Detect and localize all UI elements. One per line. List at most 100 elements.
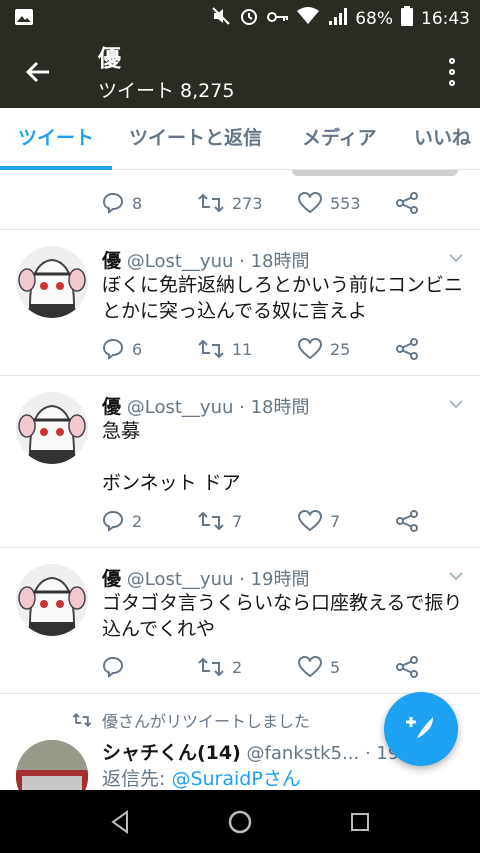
handle[interactable]: @fankstk5... bbox=[247, 743, 360, 764]
battery-icon bbox=[401, 6, 413, 31]
back-button[interactable] bbox=[18, 52, 58, 92]
reply-button[interactable]: 8 bbox=[102, 188, 142, 218]
handle[interactable]: @Lost__yuu bbox=[127, 397, 234, 418]
like-count: 25 bbox=[330, 339, 351, 359]
retweet-context-text: 優さんがリツイートしました bbox=[102, 712, 311, 731]
profile-name: 優 bbox=[98, 46, 121, 72]
reply-icon bbox=[102, 338, 124, 360]
tab-media[interactable]: メディア bbox=[302, 108, 377, 169]
tweet-header: 優 @Lost__yuu · 19時間 bbox=[102, 564, 309, 591]
display-name[interactable]: 優 bbox=[102, 250, 121, 272]
retweet-icon bbox=[198, 193, 224, 213]
arrow-left-icon bbox=[25, 61, 49, 83]
like-count: 5 bbox=[330, 657, 341, 677]
chevron-down-icon[interactable] bbox=[448, 568, 464, 584]
heart-icon bbox=[298, 510, 322, 532]
retweet-icon bbox=[198, 657, 224, 677]
more-vertical-icon-dot bbox=[449, 80, 455, 86]
embedded-media-fragment bbox=[292, 170, 458, 176]
tweet-actions: 2 5 bbox=[102, 652, 432, 682]
mute-vibrate-icon bbox=[211, 6, 231, 31]
handle[interactable]: @Lost__yuu bbox=[127, 251, 234, 272]
tweet-card[interactable]: 優 @Lost__yuu · 18時間 ぼくに免許返納しろとかいう前にコンビニと… bbox=[0, 230, 480, 376]
tweet-header: シャチくん(14) @fankstk5... · 19 bbox=[102, 738, 399, 765]
tweet-text: 急募 ボンネット ドア bbox=[102, 420, 241, 494]
nav-recents-icon bbox=[351, 813, 369, 831]
more-vertical-icon-dot bbox=[449, 69, 455, 75]
reply-button[interactable] bbox=[102, 652, 132, 682]
avatar[interactable] bbox=[16, 740, 88, 790]
tab-tweets[interactable]: ツイート bbox=[18, 108, 94, 169]
like-button[interactable]: 553 bbox=[298, 188, 361, 218]
compose-tweet-icon bbox=[406, 717, 433, 743]
gallery-notification-icon bbox=[14, 8, 34, 30]
timestamp: · 18時間 bbox=[239, 251, 310, 272]
compose-tweet-button[interactable] bbox=[384, 692, 458, 766]
tweet-actions: 8 273 553 bbox=[102, 188, 432, 218]
share-button[interactable] bbox=[396, 506, 418, 536]
like-button[interactable]: 7 bbox=[298, 506, 340, 536]
retweet-button[interactable]: 11 bbox=[198, 334, 252, 364]
retweet-count: 7 bbox=[232, 511, 243, 531]
retweet-context: 優さんがリツイートしました bbox=[72, 708, 310, 732]
reply-icon bbox=[102, 656, 124, 678]
reply-count: 8 bbox=[132, 193, 143, 213]
system-nav-bar bbox=[0, 790, 480, 853]
profile-tabs: ツイート ツイートと返信 メディア いいね bbox=[0, 108, 480, 170]
chevron-down-icon[interactable] bbox=[448, 396, 464, 412]
reply-to: 返信先: @SuraidPさん bbox=[102, 766, 468, 790]
tweet-text: ゴタゴタ言うくらいなら口座教えるで振り込んでくれや bbox=[102, 592, 463, 640]
nav-home-button[interactable] bbox=[224, 806, 256, 838]
handle[interactable]: @Lost__yuu bbox=[127, 569, 234, 590]
display-name[interactable]: シャチくん(14) bbox=[102, 742, 241, 764]
tweet-header: 優 @Lost__yuu · 18時間 bbox=[102, 392, 309, 419]
reply-count: 6 bbox=[132, 339, 143, 359]
avatar[interactable] bbox=[16, 392, 88, 464]
retweet-button[interactable]: 273 bbox=[198, 188, 263, 218]
reply-count: 2 bbox=[132, 511, 143, 531]
nav-back-icon bbox=[111, 810, 128, 834]
tweet-text: ぼくに免許返納しろとかいう前にコンビニとかに突っ込んでる奴に言えよ bbox=[102, 274, 464, 322]
tweet-card[interactable]: 優 @Lost__yuu · 19時間 ゴタゴタ言うくらいなら口座教えるで振り込… bbox=[0, 548, 480, 694]
like-count: 7 bbox=[330, 511, 341, 531]
share-icon bbox=[396, 510, 418, 532]
retweet-button[interactable]: 2 bbox=[198, 652, 242, 682]
reply-icon bbox=[102, 192, 124, 214]
reply-button[interactable]: 6 bbox=[102, 334, 142, 364]
more-options-button[interactable] bbox=[442, 52, 462, 92]
heart-icon bbox=[298, 192, 322, 214]
retweet-count: 2 bbox=[232, 657, 243, 677]
share-button[interactable] bbox=[396, 334, 418, 364]
share-button[interactable] bbox=[396, 188, 418, 218]
signal-icon bbox=[327, 7, 348, 30]
nav-home-icon bbox=[228, 810, 252, 834]
tab-tweets-and-replies[interactable]: ツイートと返信 bbox=[129, 108, 262, 169]
tweet-card[interactable]: 優 @Lost__yuu · 18時間 急募 ボンネット ドア 2 7 7 bbox=[0, 376, 480, 548]
reply-to-prefix: 返信先: bbox=[102, 768, 172, 790]
share-icon bbox=[396, 192, 418, 214]
tweet-card[interactable]: 8 273 553 bbox=[0, 170, 480, 230]
avatar[interactable] bbox=[16, 564, 88, 636]
reply-icon bbox=[102, 510, 124, 532]
more-vertical-icon bbox=[449, 58, 455, 64]
battery-percent: 68% bbox=[355, 8, 393, 29]
avatar[interactable] bbox=[16, 246, 88, 318]
like-button[interactable]: 5 bbox=[298, 652, 340, 682]
retweet-icon bbox=[198, 339, 224, 359]
reply-button[interactable]: 2 bbox=[102, 506, 142, 536]
nav-recents-button[interactable] bbox=[344, 806, 376, 838]
chevron-down-icon[interactable] bbox=[448, 250, 464, 266]
share-button[interactable] bbox=[396, 652, 418, 682]
status-bar: 68% 16:43 bbox=[0, 0, 480, 34]
reply-to-link[interactable]: @SuraidPさん bbox=[171, 768, 300, 790]
display-name[interactable]: 優 bbox=[102, 568, 121, 590]
heart-icon bbox=[298, 338, 322, 360]
display-name[interactable]: 優 bbox=[102, 396, 121, 418]
retweet-count: 273 bbox=[232, 193, 263, 213]
like-button[interactable]: 25 bbox=[298, 334, 350, 364]
nav-back-button[interactable] bbox=[104, 806, 136, 838]
profile-app-bar: 優 ツイート 8,275 bbox=[0, 34, 480, 108]
retweet-button[interactable]: 7 bbox=[198, 506, 242, 536]
tab-likes[interactable]: いいね bbox=[414, 108, 471, 169]
tweet-actions: 6 11 25 bbox=[102, 334, 432, 364]
